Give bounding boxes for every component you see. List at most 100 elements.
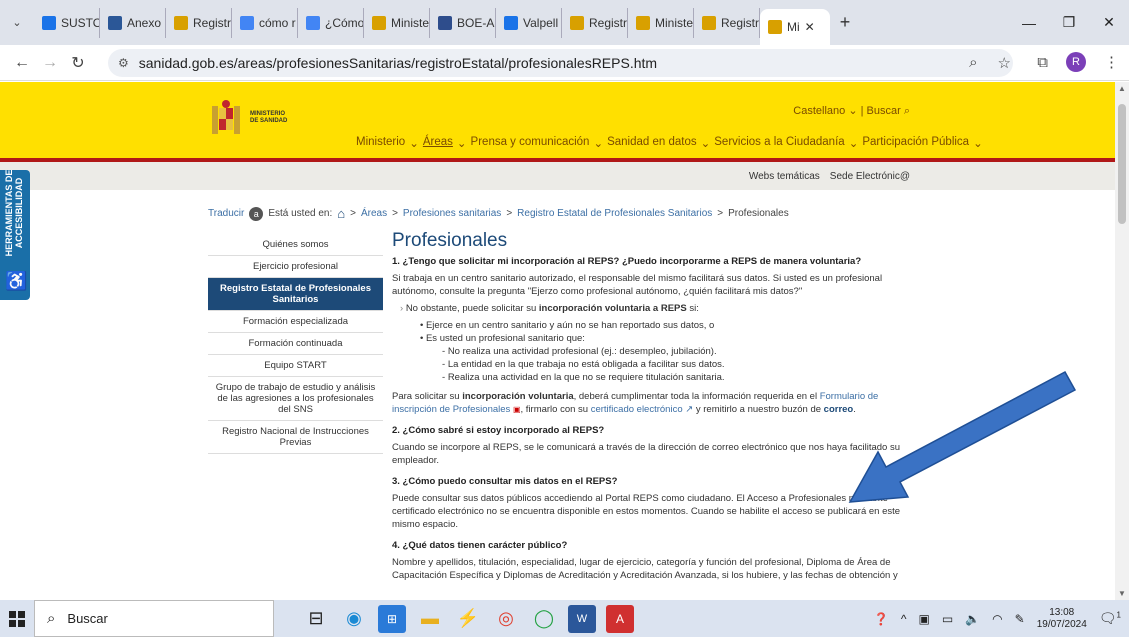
restore-button[interactable]: ❐ xyxy=(1049,14,1089,31)
page-scrollbar[interactable]: ▲ ▼ xyxy=(1115,82,1129,600)
start-button[interactable] xyxy=(0,610,34,627)
tab-label: Valpell xyxy=(523,15,559,30)
extensions-icon[interactable]: ⧉ xyxy=(1037,54,1048,71)
side-menu-item[interactable]: Ejercicio profesional xyxy=(208,256,383,278)
store-icon[interactable]: ⊞ xyxy=(378,604,406,633)
browser-tab[interactable]: Mi ✕ xyxy=(760,9,830,45)
whatsapp-icon[interactable]: ◯ xyxy=(530,605,558,633)
help-icon[interactable]: ❓ xyxy=(874,612,889,626)
nav-item[interactable]: Sanidad en datos xyxy=(607,136,697,150)
request-text-bold: incorporación voluntaria xyxy=(462,391,574,402)
new-tab-button[interactable]: + xyxy=(830,12,860,33)
webs-tematicas-link[interactable]: Webs temáticas xyxy=(749,171,820,182)
network-icon[interactable]: ▣ xyxy=(919,612,930,626)
answer-4-paragraph: Nombre y apellidos, titulación, especial… xyxy=(392,557,898,581)
sede-electronica-link[interactable]: Sede Electrónic@ xyxy=(830,171,910,182)
scroll-thumb[interactable] xyxy=(1118,104,1126,224)
clock-date: 19/07/2024 xyxy=(1036,618,1087,630)
tab-label: Ministe xyxy=(655,15,694,30)
translate-link[interactable]: Traducir xyxy=(208,208,244,219)
nav-item[interactable]: Prensa y comunicación xyxy=(471,136,590,150)
acrobat-icon[interactable]: A xyxy=(606,604,634,633)
bookmark-star-icon[interactable]: ☆ xyxy=(998,54,1011,72)
nav-item[interactable]: Ministerio xyxy=(356,136,405,150)
browser-tab[interactable]: Registr xyxy=(562,7,628,38)
tab-favicon-icon xyxy=(42,15,56,30)
tab-favicon-icon xyxy=(702,15,716,30)
tray-chevron-icon[interactable]: ^ xyxy=(901,612,907,626)
search-icon[interactable]: ⌕ xyxy=(904,105,910,117)
side-menu-item[interactable]: Formación especializada xyxy=(208,311,383,333)
ministry-logo[interactable]: MINISTERIO DE SANIDAD xyxy=(208,98,287,138)
browser-tab[interactable]: BOE-A xyxy=(430,7,496,38)
chrome-icon[interactable]: ◎ xyxy=(492,605,520,633)
notifications-icon[interactable]: 🗨1 xyxy=(1099,610,1121,627)
nav-item[interactable]: Servicios a la Ciudadanía xyxy=(714,136,844,150)
site-info-icon[interactable]: ⚙ xyxy=(118,56,129,70)
volume-icon[interactable]: 🔈 xyxy=(965,612,980,626)
taskbar-search-placeholder: Buscar xyxy=(67,611,108,626)
close-tab-icon[interactable]: ✕ xyxy=(805,20,815,34)
breadcrumb-link[interactable]: Profesiones sanitarias xyxy=(403,208,501,219)
logo-line-2: DE SANIDAD xyxy=(250,118,288,124)
side-menu-item[interactable]: Registro Nacional de Instrucciones Previ… xyxy=(208,421,383,454)
url-input[interactable]: ⚙ sanidad.gob.es/areas/profesionesSanita… xyxy=(108,49,1013,77)
certificate-link[interactable]: certificado electrónico xyxy=(591,404,683,415)
scroll-down-icon[interactable]: ▼ xyxy=(1118,589,1126,598)
browser-tab[interactable]: SUSTO xyxy=(34,7,100,38)
taskbar-search[interactable]: ⌕ Buscar xyxy=(34,600,274,637)
scroll-up-icon[interactable]: ▲ xyxy=(1118,84,1126,93)
app-icon[interactable]: ⚡ xyxy=(454,605,482,633)
accessibility-tools-tab[interactable]: HERRAMIENTAS DE ACCESIBILIDAD ♿ xyxy=(0,170,30,300)
search-link[interactable]: Buscar xyxy=(867,105,901,117)
browser-tab[interactable]: Anexo xyxy=(100,7,166,38)
zoom-icon[interactable]: ⌕ xyxy=(969,54,977,72)
task-view-icon[interactable]: ⊟ xyxy=(302,605,330,633)
menu-kebab-icon[interactable]: ⋮ xyxy=(1104,53,1119,71)
clock[interactable]: 13:08 19/07/2024 xyxy=(1037,607,1087,631)
translate-icon[interactable]: a xyxy=(249,206,264,221)
nav-chevron-icon: ⌄ xyxy=(593,138,604,150)
file-explorer-icon[interactable]: ▬ xyxy=(416,605,444,633)
browser-tab[interactable]: Valpell xyxy=(496,7,562,38)
browser-tab[interactable]: Registr xyxy=(166,7,232,38)
tab-label: BOE-A xyxy=(457,15,495,30)
browser-tab[interactable]: Ministe xyxy=(364,7,430,38)
breadcrumb-link[interactable]: Registro Estatal de Profesionales Sanita… xyxy=(517,208,712,219)
pen-icon[interactable]: ✎ xyxy=(1015,612,1025,626)
home-icon[interactable]: ⌂ xyxy=(337,206,345,221)
voluntary-text-a: No obstante, puede solicitar su xyxy=(405,303,539,314)
nav-chevron-icon: ⌄ xyxy=(409,138,419,150)
breadcrumb-link[interactable]: Áreas xyxy=(361,208,387,219)
tab-label: ¿Cómo xyxy=(325,15,364,30)
side-menu-item[interactable]: Equipo START xyxy=(208,355,383,377)
wifi-icon[interactable]: ◠ xyxy=(992,612,1002,626)
browser-tab[interactable]: ¿Cómo xyxy=(298,7,364,38)
tab-favicon-icon xyxy=(240,15,254,30)
minimize-button[interactable]: — xyxy=(1009,15,1049,31)
browser-tab[interactable]: Registr xyxy=(694,7,760,38)
close-window-button[interactable]: ✕ xyxy=(1089,14,1129,31)
question-4: 4. ¿Qué datos tienen carácter público? xyxy=(392,540,568,551)
tab-label: Registr xyxy=(721,15,760,30)
back-button[interactable]: ← xyxy=(8,54,36,72)
language-selector[interactable]: Castellano xyxy=(793,105,845,117)
edge-icon[interactable]: ◉ xyxy=(340,605,368,633)
browser-tab[interactable]: Ministe xyxy=(628,7,694,38)
nav-item[interactable]: Participación Pública xyxy=(862,136,969,150)
side-menu-item[interactable]: Registro Estatal de Profesionales Sanita… xyxy=(208,278,383,311)
nav-item[interactable]: Áreas xyxy=(423,136,453,150)
side-menu-item[interactable]: Grupo de trabajo de estudio y análisis d… xyxy=(208,377,383,421)
tab-search-chevron-icon[interactable]: ⌄ xyxy=(0,6,34,40)
battery-icon[interactable]: ▭ xyxy=(942,612,953,626)
side-menu-item[interactable]: Quiénes somos xyxy=(208,234,383,256)
web-page: MINISTERIO DE SANIDAD Castellano ⌄ | Bus… xyxy=(0,82,1115,600)
profile-avatar[interactable]: R xyxy=(1066,52,1086,72)
side-menu-item[interactable]: Formación continuada xyxy=(208,333,383,355)
tab-favicon-icon xyxy=(768,20,782,34)
word-icon[interactable]: W xyxy=(568,604,596,633)
forward-button[interactable]: → xyxy=(36,54,64,72)
browser-tab-bar: ⌄ SUSTO Anexo Registr cómo r ¿Cómo Ministe BOE… xyxy=(0,0,1129,45)
browser-tab[interactable]: cómo r xyxy=(232,7,298,38)
reload-button[interactable]: ↻ xyxy=(64,53,92,73)
